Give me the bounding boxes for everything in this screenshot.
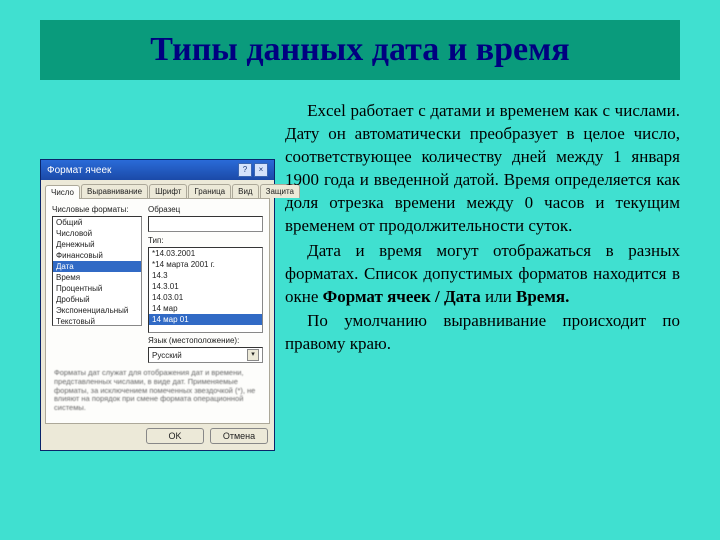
list-item-selected[interactable]: 14 мар 01 <box>149 314 262 325</box>
help-icon[interactable]: ? <box>238 163 252 177</box>
p2-bold-1: Формат ячеек / Дата <box>323 287 481 306</box>
cancel-button[interactable]: Отмена <box>210 428 268 444</box>
category-listbox[interactable]: Общий Числовой Денежный Финансовый Дата … <box>52 216 142 326</box>
list-item[interactable]: Экспоненциальный <box>53 305 141 316</box>
locale-combobox[interactable]: Русский ▾ <box>148 347 263 363</box>
tab-fill[interactable]: Вид <box>232 184 258 198</box>
list-item[interactable]: 14 мар <box>149 303 262 314</box>
list-item[interactable]: 14.3.01 <box>149 281 262 292</box>
format-description: Форматы дат служат для отображения дат и… <box>52 363 263 416</box>
p2-text-mid: или <box>481 287 516 306</box>
tab-font[interactable]: Шрифт <box>149 184 187 198</box>
list-item[interactable]: *14 марта 2001 г. <box>149 259 262 270</box>
list-item[interactable]: Процентный <box>53 283 141 294</box>
dialog-buttons: OK Отмена <box>41 424 274 450</box>
sample-label: Образец <box>148 205 263 214</box>
list-item[interactable]: Время <box>53 272 141 283</box>
list-item[interactable]: Финансовый <box>53 250 141 261</box>
chevron-down-icon[interactable]: ▾ <box>247 349 259 361</box>
p2-bold-2: Время. <box>516 287 569 306</box>
dialog-title-text: Формат ячеек <box>47 165 111 176</box>
tab-number[interactable]: Число <box>45 185 80 199</box>
locale-value: Русский <box>152 351 182 360</box>
tab-align[interactable]: Выравнивание <box>81 184 148 198</box>
slide-title-bar: Типы данных дата и время <box>40 20 680 80</box>
list-item[interactable]: 14.3 <box>149 270 262 281</box>
categories-label: Числовые форматы: <box>52 205 142 214</box>
close-icon[interactable]: × <box>254 163 268 177</box>
list-item[interactable]: *14.03.2001 <box>149 248 262 259</box>
type-label: Тип: <box>148 236 263 245</box>
list-item-selected[interactable]: Дата <box>53 261 141 272</box>
list-item[interactable]: Общий <box>53 217 141 228</box>
list-item[interactable]: Дробный <box>53 294 141 305</box>
list-item[interactable]: Текстовый <box>53 316 141 326</box>
list-item[interactable]: Числовой <box>53 228 141 239</box>
tab-panel-number: Числовые форматы: Общий Числовой Денежны… <box>45 198 270 423</box>
list-item[interactable]: 14.03.01 <box>149 292 262 303</box>
ok-button[interactable]: OK <box>146 428 204 444</box>
locale-label: Язык (местоположение): <box>148 336 263 345</box>
dialog-tabs: Число Выравнивание Шрифт Граница Вид Защ… <box>41 180 274 198</box>
window-buttons: ? × <box>238 163 268 177</box>
tab-border[interactable]: Граница <box>188 184 231 198</box>
sample-box <box>148 216 263 232</box>
list-item[interactable]: Денежный <box>53 239 141 250</box>
paragraph-2: Дата и время могут отображаться в разных… <box>285 240 680 309</box>
dialog-titlebar: Формат ячеек ? × <box>41 160 274 180</box>
type-listbox[interactable]: *14.03.2001 *14 марта 2001 г. 14.3 14.3.… <box>148 247 263 333</box>
paragraph-1: Excel работает с датами и временем как с… <box>285 100 680 238</box>
body-text: Excel работает с датами и временем как с… <box>285 100 680 510</box>
dialog-illustration: Формат ячеек ? × Число Выравнивание Шриф… <box>40 100 275 510</box>
paragraph-3: По умолчанию выравнивание происходит по … <box>285 310 680 356</box>
slide-title: Типы данных дата и время <box>150 31 569 69</box>
format-cells-dialog: Формат ячеек ? × Число Выравнивание Шриф… <box>40 159 275 450</box>
slide-content: Формат ячеек ? × Число Выравнивание Шриф… <box>40 100 680 510</box>
